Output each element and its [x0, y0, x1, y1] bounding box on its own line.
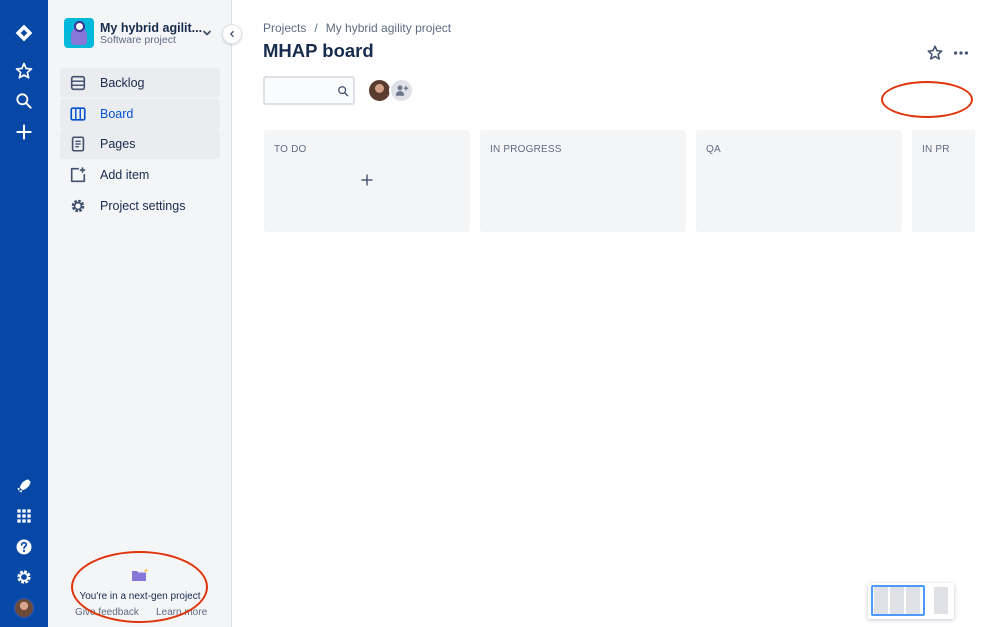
column-title: QA — [706, 144, 721, 155]
annotation-circle — [881, 81, 973, 118]
page-title: MHAP board — [263, 40, 374, 61]
project-type: Software project — [100, 34, 176, 46]
chevron-down-icon[interactable] — [201, 27, 213, 39]
plus-icon[interactable] — [12, 120, 36, 144]
star-icon[interactable] — [12, 59, 36, 83]
minimap-viewport[interactable] — [871, 585, 925, 616]
board-column-qa: QA — [696, 130, 902, 232]
board-column-in-pr: IN PR — [912, 130, 975, 232]
sidebar-item-pages[interactable]: Pages — [60, 129, 220, 159]
sidebar-item-label: Board — [100, 107, 134, 121]
annotation-circle — [71, 551, 208, 623]
project-sidebar: My hybrid agilit... Software project Bac… — [48, 0, 232, 627]
project-avatar-eye — [74, 21, 85, 32]
chevron-left-icon — [230, 30, 234, 38]
rocket-icon[interactable] — [12, 474, 36, 498]
help-icon[interactable] — [12, 535, 36, 559]
breadcrumb: Projects / My hybrid agility project — [263, 21, 451, 35]
add-person-icon — [395, 85, 409, 96]
board-icon — [68, 104, 88, 124]
app-root: My hybrid agilit... Software project Bac… — [0, 0, 999, 627]
sidebar-item-label: Pages — [100, 137, 136, 151]
search-input[interactable] — [269, 81, 333, 100]
project-name[interactable]: My hybrid agilit... — [100, 21, 202, 35]
plus-icon[interactable] — [360, 173, 374, 187]
backlog-icon — [68, 73, 88, 93]
column-title: IN PROGRESS — [490, 144, 562, 155]
star-icon[interactable] — [926, 44, 944, 62]
breadcrumb-project[interactable]: My hybrid agility project — [326, 21, 451, 35]
collapse-sidebar-button[interactable] — [222, 24, 242, 44]
add-item-icon — [68, 165, 88, 185]
more-options-icon[interactable] — [952, 44, 970, 62]
app-switcher-icon[interactable] — [12, 504, 36, 528]
sidebar-item-label: Add item — [100, 168, 150, 182]
jira-logo-icon[interactable] — [12, 21, 36, 45]
profile-avatar[interactable] — [14, 598, 34, 618]
sidebar-item-label: Project settings — [100, 199, 186, 213]
breadcrumb-separator: / — [314, 21, 318, 35]
board-column-in-progress: IN PROGRESS — [480, 130, 686, 232]
sidebar-item-board[interactable]: Board — [60, 99, 220, 129]
breadcrumb-projects[interactable]: Projects — [263, 21, 306, 35]
sidebar-item-label: Backlog — [100, 76, 145, 90]
board-minimap[interactable] — [868, 583, 954, 619]
global-navigation — [0, 0, 48, 627]
sidebar-item-backlog[interactable]: Backlog — [60, 68, 220, 98]
search-icon[interactable] — [12, 89, 36, 113]
minimap-column — [934, 587, 948, 614]
column-title: IN PR — [922, 144, 950, 155]
settings-gear-icon[interactable] — [12, 565, 36, 589]
search-icon — [338, 86, 349, 97]
column-title: TO DO — [274, 144, 307, 155]
pages-icon — [68, 134, 88, 154]
gear-icon — [68, 196, 88, 216]
board-search — [263, 76, 355, 105]
project-avatar[interactable] — [64, 18, 94, 48]
add-people-button[interactable] — [389, 78, 414, 103]
sidebar-item-project-settings[interactable]: Project settings — [60, 191, 220, 221]
sidebar-item-add-item[interactable]: Add item — [60, 160, 220, 190]
